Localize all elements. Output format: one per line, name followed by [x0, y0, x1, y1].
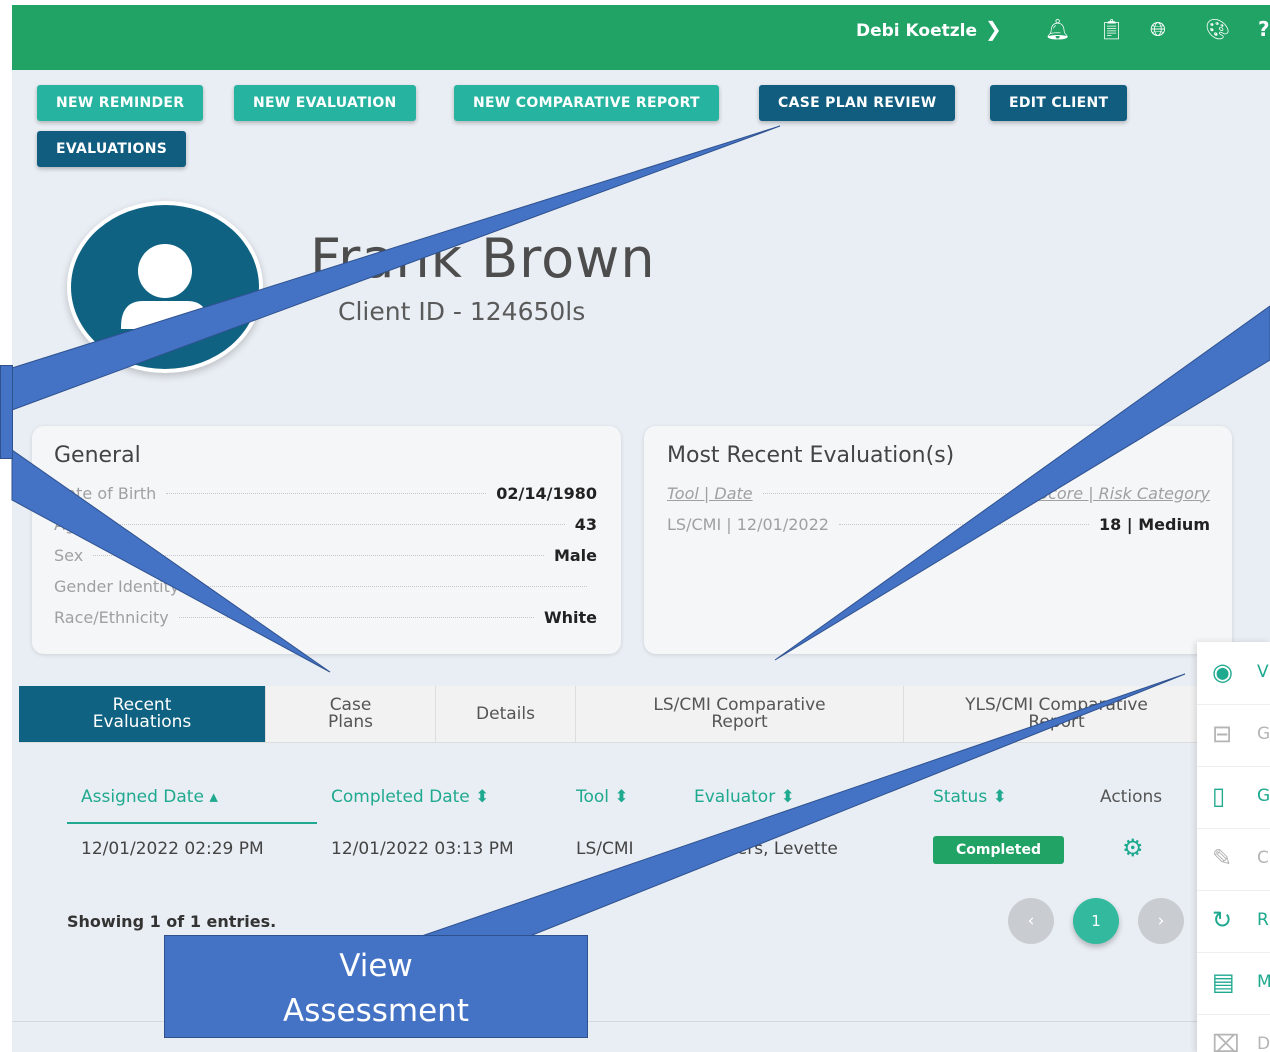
avatar	[67, 201, 263, 377]
new-reminder-button[interactable]: NEW REMINDER	[37, 85, 204, 121]
recent-evaluation-row[interactable]: LS/CMI | 12/01/2022 18 | Medium	[667, 513, 1210, 535]
recent-evaluations-title: Most Recent Evaluation(s)	[667, 443, 955, 468]
new-comparative-report-button[interactable]: NEW COMPARATIVE REPORT	[454, 85, 719, 121]
refresh-icon: ↻	[1212, 906, 1233, 934]
general-row-age: Age 43	[54, 514, 597, 534]
pagination-next-button[interactable]: ›	[1138, 898, 1184, 944]
general-row-race: Race/Ethnicity White	[54, 607, 597, 627]
evaluations-button[interactable]: EVALUATIONS	[37, 131, 187, 167]
chevron-right-icon: ❯	[985, 17, 1002, 41]
cell-assigned-date: 12/01/2022 02:29 PM	[81, 839, 264, 859]
menu-item-document[interactable]: ▤ M	[1197, 952, 1270, 1015]
recent-evaluations-card: Most Recent Evaluation(s) Tool | Date Sco…	[644, 426, 1232, 654]
client-name: Frank Brown	[310, 227, 656, 290]
briefcase-icon: ⊟	[1212, 720, 1233, 748]
annotation-callout-view-assessment: View Assessment	[164, 935, 588, 1038]
column-header-completed-date[interactable]: Completed Date ⬍	[331, 787, 489, 807]
column-header-status[interactable]: Status ⬍	[933, 787, 1007, 807]
menu-item-briefcase[interactable]: ⊟ G	[1197, 704, 1270, 767]
annotation-callout-left	[0, 365, 13, 459]
tab-case-plans[interactable]: Case Plans	[266, 686, 436, 742]
cell-completed-date: 12/01/2022 03:13 PM	[331, 839, 514, 859]
menu-item-edit[interactable]: ✎ C	[1197, 828, 1270, 891]
general-title: General	[54, 443, 141, 468]
pagination-page-1[interactable]: 1	[1073, 898, 1119, 944]
client-profile-page: Debi Koetzle ❯ 🔔︎ 📋︎ 🌐︎ 🎨︎ ? NEW REMINDER…	[12, 5, 1270, 1052]
tab-lscmi-comparative-report[interactable]: LS/CMI Comparative Report	[576, 686, 904, 742]
gear-icon[interactable]: ⚙	[1122, 834, 1144, 862]
clipboard-icon: ▯	[1212, 782, 1226, 810]
column-header-assigned-date[interactable]: Assigned Date ▴	[81, 787, 218, 807]
general-row-sex: Sex Male	[54, 545, 597, 565]
eye-icon: ◉	[1212, 658, 1233, 686]
trash-icon: ⌧	[1212, 1030, 1240, 1052]
menu-item-delete[interactable]: ⌧ D	[1197, 1014, 1270, 1052]
column-header-evaluator[interactable]: Evaluator ⬍	[694, 787, 795, 807]
tab-bar: Recent Evaluations Case Plans Details LS…	[19, 686, 1209, 743]
user-name: Debi Koetzle	[856, 21, 978, 41]
pagination-prev-button[interactable]: ‹	[1008, 898, 1054, 944]
cell-evaluator: Sanders, Levette	[694, 839, 838, 859]
recent-header-row: Tool | Date Score | Risk Category	[667, 483, 1210, 503]
status-badge: Completed	[933, 836, 1064, 864]
user-icon	[121, 244, 209, 329]
general-row-dob: Date of Birth 02/14/1980	[54, 483, 597, 503]
tab-recent-evaluations[interactable]: Recent Evaluations	[19, 686, 266, 742]
menu-item-clipboard[interactable]: ▯ G	[1197, 766, 1270, 829]
globe-icon[interactable]: 🌐︎	[1150, 17, 1166, 41]
client-id: Client ID - 124650ls	[338, 297, 586, 326]
general-card: General Date of Birth 02/14/1980 Age 43 Se…	[32, 426, 621, 654]
menu-item-refresh[interactable]: ↻ R	[1197, 890, 1270, 953]
tab-ylscmi-comparative-report[interactable]: YLS/CMI Comparative Report	[904, 686, 1209, 742]
column-header-actions: Actions	[1100, 787, 1163, 807]
column-header-tool[interactable]: Tool ⬍	[576, 787, 629, 807]
new-evaluation-button[interactable]: NEW EVALUATION	[234, 85, 416, 121]
cell-tool: LS/CMI	[576, 839, 634, 859]
bell-icon[interactable]: 🔔︎	[1045, 17, 1070, 41]
edit-icon: ✎	[1212, 844, 1233, 872]
entries-count: Showing 1 of 1 entries.	[67, 912, 277, 931]
actions-dropdown-menu: ◉ V ⊟ G ▯ G ✎ C ↻ R ▤ M ⌧ D	[1197, 642, 1270, 1052]
palette-icon[interactable]: 🎨︎	[1205, 17, 1230, 41]
general-row-gender-identity: Gender Identity	[54, 575, 597, 597]
edit-client-button[interactable]: EDIT CLIENT	[990, 85, 1128, 121]
user-menu[interactable]: Debi Koetzle ❯	[856, 17, 1002, 41]
tab-details[interactable]: Details	[436, 686, 576, 742]
document-icon: ▤	[1212, 968, 1235, 996]
top-navigation-bar: Debi Koetzle ❯ 🔔︎ 📋︎ 🌐︎ 🎨︎ ?	[12, 5, 1270, 70]
case-plan-review-button[interactable]: CASE PLAN REVIEW	[759, 85, 956, 121]
help-icon[interactable]: ?	[1258, 17, 1270, 41]
clipboard-icon[interactable]: 📋︎	[1099, 17, 1124, 41]
menu-item-view[interactable]: ◉ V	[1197, 642, 1270, 705]
sort-indicator	[67, 822, 317, 824]
